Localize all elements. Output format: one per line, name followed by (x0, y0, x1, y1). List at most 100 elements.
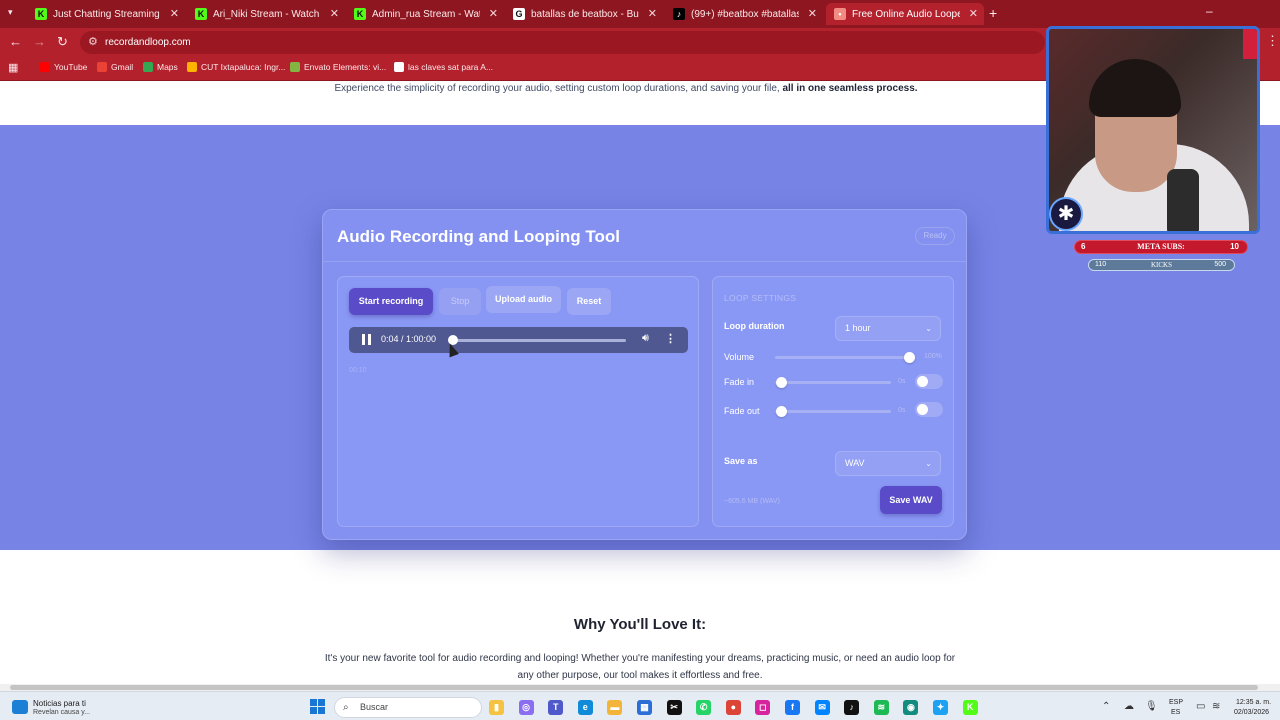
apps-grid-icon[interactable]: ▦ (8, 61, 18, 74)
bookmark-item[interactable]: YouTube (40, 62, 87, 72)
seek-bar[interactable] (448, 335, 626, 345)
instagram-icon[interactable]: ◻ (755, 700, 771, 715)
kicks-goal-current: 110 (1095, 261, 1107, 268)
player-more-icon[interactable]: ⋮ (665, 332, 676, 345)
minimize-icon[interactable]: – (1206, 4, 1213, 18)
twitter-icon[interactable]: ✦ (933, 700, 948, 715)
google-icon: G (513, 8, 525, 20)
tab-title: (99+) #beatbox #batallasdera p (691, 8, 799, 20)
tiktok-icon[interactable]: ♪ (844, 700, 860, 715)
volume-label: Volume (724, 352, 755, 362)
news-title[interactable]: Noticias para ti (33, 699, 86, 708)
messenger-icon[interactable]: ✉ (814, 700, 830, 715)
sub-goal-target: 10 (1230, 242, 1239, 251)
forward-arrow-icon[interactable]: → (33, 34, 46, 49)
tab-search-chevron-icon[interactable]: ▾ (8, 7, 13, 18)
volume-slider[interactable] (775, 352, 915, 363)
envato-icon (290, 62, 300, 72)
language-indicator[interactable]: ESP (1169, 699, 1183, 706)
close-tab-icon[interactable]: ✕ (648, 7, 657, 20)
back-arrow-icon[interactable]: ← (9, 34, 22, 49)
fade-in-toggle[interactable] (915, 374, 943, 389)
bookmark-item[interactable]: Gmail (97, 62, 133, 72)
browser-tab[interactable]: K Admin_rua Stream - Watch Live ✕ (346, 3, 504, 25)
reload-icon[interactable]: ↻ (57, 34, 68, 50)
bookmark-item[interactable]: las claves sat para A... (394, 62, 493, 72)
menu-kebab-icon[interactable]: ⋮ (1266, 33, 1279, 49)
whatsapp-icon[interactable]: ✆ (696, 700, 712, 715)
tab-title: Free Online Audio Looper and R (852, 8, 960, 20)
browser-tab[interactable]: K Ari_Niki Stream - Watch Live on ✕ (187, 3, 345, 25)
bookmark-item[interactable]: Maps (143, 62, 178, 72)
stop-button[interactable]: Stop (439, 288, 481, 315)
pause-icon[interactable] (362, 334, 371, 345)
volume-icon[interactable]: 🔊︎ (642, 332, 649, 345)
display-icon[interactable]: ▭ (1196, 701, 1205, 712)
save-format-select[interactable]: WAV ⌄ (835, 451, 941, 476)
clock-time[interactable]: 12:35 a. m. (1236, 699, 1271, 706)
folder-icon[interactable]: ▬ (607, 700, 623, 715)
store-icon[interactable]: ▦ (637, 700, 652, 715)
news-subtitle[interactable]: Revelan causa y... (33, 709, 90, 716)
horizontal-scrollbar[interactable] (0, 684, 1280, 691)
browser-tab[interactable]: Gbatallas de beatbox - Buscar co ✕ (505, 3, 663, 25)
player-time: 0:04 / 1:00:00 (381, 334, 437, 344)
gmail-icon (97, 62, 107, 72)
loop-duration-label: Loop duration (724, 321, 785, 331)
windows-start-icon[interactable] (310, 699, 326, 715)
file-explorer-icon[interactable]: ▮ (489, 700, 504, 715)
teams-icon[interactable]: T (548, 700, 564, 715)
show-hidden-icons-chevron-icon[interactable]: ⌃ (1102, 701, 1110, 712)
keyboard-layout-indicator[interactable]: ES (1171, 709, 1180, 716)
loop-duration-select[interactable]: 1 hour ⌄ (835, 316, 941, 341)
save-wav-button[interactable]: Save WAV (880, 486, 942, 514)
volume-slider-thumb[interactable] (904, 352, 915, 363)
reset-button[interactable]: Reset (567, 288, 611, 315)
close-tab-icon[interactable]: ✕ (170, 7, 179, 20)
microphone-icon (1167, 169, 1199, 231)
news-widget-icon[interactable] (12, 700, 28, 714)
microphone-icon[interactable]: 🎙︎ (1145, 701, 1158, 712)
fade-in-slider-thumb[interactable] (776, 377, 787, 388)
google-icon (394, 62, 404, 72)
copilot-icon[interactable]: ◎ (518, 700, 534, 715)
new-tab-button[interactable]: + (989, 5, 997, 21)
fade-out-slider-thumb[interactable] (776, 406, 787, 417)
site-info-icon[interactable]: ⚙ (88, 31, 98, 54)
whatsapp-beta-icon[interactable]: ◉ (903, 700, 919, 715)
start-recording-button[interactable]: Start recording (349, 288, 433, 315)
fade-in-slider[interactable] (775, 377, 891, 388)
upload-audio-button[interactable]: Upload audio (486, 286, 561, 313)
close-tab-icon[interactable]: ✕ (489, 7, 498, 20)
kick-logo-icon: K (195, 8, 207, 20)
fade-out-value: 0s (898, 407, 906, 414)
channel-emblem-icon: ✱ (1049, 197, 1083, 231)
address-bar[interactable]: ⚙ recordandloop.com (80, 31, 1045, 54)
close-tab-icon[interactable]: ✕ (969, 7, 978, 20)
facebook-icon[interactable]: f (785, 700, 800, 715)
fade-out-toggle[interactable] (915, 402, 943, 417)
webcam-overlay: ✱ (1046, 26, 1260, 234)
cloud-icon[interactable]: ☁ (1124, 701, 1134, 712)
bookmark-item[interactable]: CUT Ixtapaluca: Ingr... (187, 62, 285, 72)
fade-out-slider[interactable] (775, 406, 891, 417)
close-tab-icon[interactable]: ✕ (808, 7, 817, 20)
edge-icon[interactable]: e (577, 700, 593, 715)
capcut-icon[interactable]: ✂ (666, 700, 682, 715)
clock-date[interactable]: 02/03/2026 (1234, 709, 1269, 716)
close-tab-icon[interactable]: ✕ (330, 7, 339, 20)
kick-icon[interactable]: K (962, 700, 978, 715)
maps-icon (143, 62, 153, 72)
scrollbar-thumb[interactable] (10, 685, 1258, 690)
spotify-icon[interactable]: ≋ (873, 700, 889, 715)
browser-tab[interactable]: K Just Chatting Streaming - Live S ✕ (27, 3, 185, 25)
chrome-icon[interactable]: ● (725, 700, 741, 715)
file-size-estimate: ~605.6 MB (WAV) (724, 498, 780, 505)
browser-tab[interactable]: ♪ (99+) #beatbox #batallasdera p ✕ (665, 3, 823, 25)
wifi-icon[interactable]: ≋ (1212, 701, 1220, 712)
taskbar-search[interactable]: ⌕ Buscar (334, 697, 482, 718)
bookmark-item[interactable]: Envato Elements: vi... (290, 62, 386, 72)
browser-tab[interactable]: • Free Online Audio Looper and R ✕ (826, 3, 984, 25)
intro-text: Experience the simplicity of recording y… (334, 83, 780, 94)
tab-title: Just Chatting Streaming - Live S (53, 8, 161, 20)
